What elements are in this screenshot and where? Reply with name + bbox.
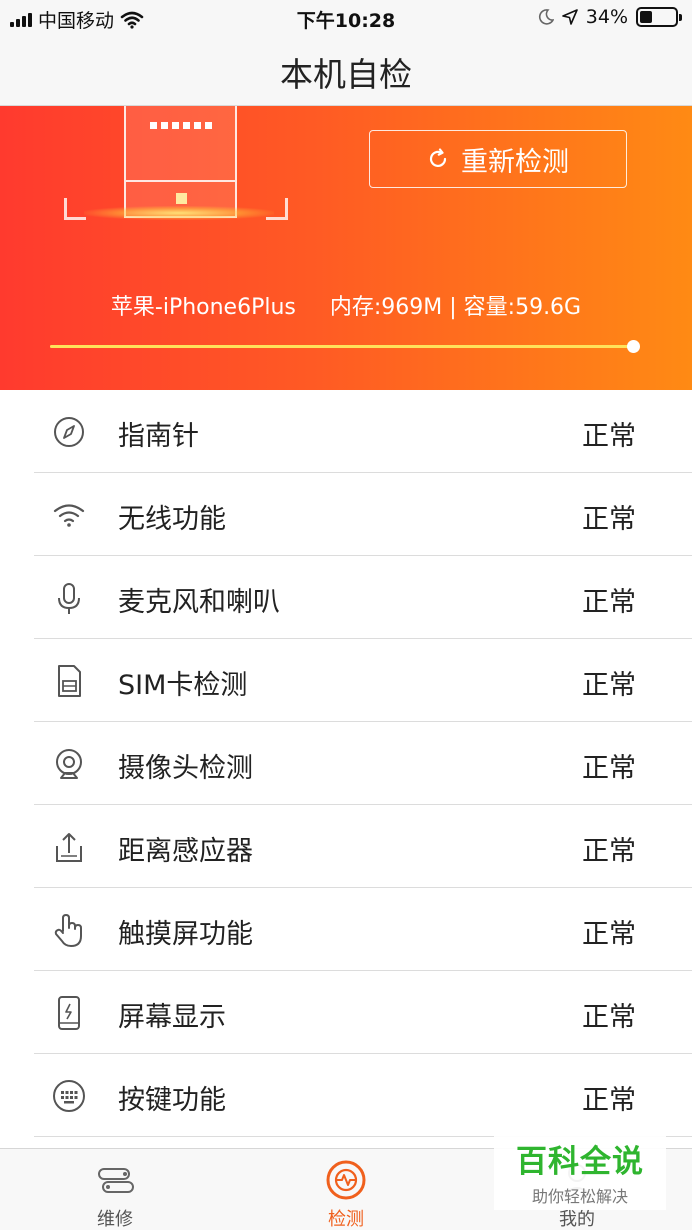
screen-display-icon [58, 996, 80, 1030]
check-item-label: 指南针 [118, 421, 199, 452]
recheck-label: 重新检测 [461, 146, 569, 178]
check-item-status: 正常 [582, 753, 636, 784]
check-item-status: 正常 [582, 1002, 636, 1033]
check-item-status: 正常 [582, 836, 636, 867]
phone-scan-illustration [124, 106, 237, 218]
check-progress-fill [50, 345, 634, 348]
check-item-label: 无线功能 [118, 504, 226, 535]
memory-storage: 内存:969M | 容量:59.6G [329, 295, 582, 320]
watermark-title: 百科全说 [516, 1144, 644, 1180]
refresh-icon [429, 148, 447, 168]
check-progress-bar [50, 340, 640, 353]
sim-card-icon [58, 665, 81, 697]
check-list: 指南针 正常 无线功能 正常 麦克风和喇叭 正常 SIM卡检测 正常 摄像头检测 正常 距离感应器正… [0, 390, 692, 1137]
tab-detect[interactable]: 检测 [231, 1149, 461, 1230]
tab-repair[interactable]: 维修 [0, 1149, 230, 1230]
compass-icon [54, 417, 84, 447]
check-item[interactable]: SIM卡检测 正常 [0, 639, 692, 722]
navigation-bar: 本机自检 [0, 36, 692, 106]
tab-repair-label: 维修 [97, 1209, 133, 1230]
battery-icon [636, 7, 682, 27]
check-progress-knob [627, 340, 640, 353]
check-item-label: 屏幕显示 [118, 1002, 226, 1033]
check-item[interactable]: 距离感应器 正常 [0, 805, 692, 888]
device-check-banner: 重新检测 苹果-iPhone6Plus 内存:969M | 容量:59.6G [0, 106, 692, 390]
check-item-status: 正常 [582, 919, 636, 950]
check-item[interactable]: 屏幕显示 正常 [0, 971, 692, 1054]
camera-icon [56, 749, 82, 779]
watermark-logo: 百科全说 助你轻松解决 [494, 1134, 666, 1210]
battery-percent: 34% [585, 6, 628, 28]
check-item-status: 正常 [582, 504, 636, 535]
check-item[interactable]: 触摸屏功能 正常 [0, 888, 692, 971]
check-item-label: 距离感应器 [118, 836, 253, 867]
touch-hand-icon [54, 914, 82, 947]
keyboard-icon [53, 1080, 85, 1112]
location-arrow-icon [561, 9, 578, 25]
detect-icon [326, 1160, 366, 1200]
check-item-status: 正常 [582, 1085, 636, 1116]
repair-tools-icon [98, 1168, 134, 1193]
check-item[interactable]: 无线功能 正常 [0, 473, 692, 556]
check-item-label: 触摸屏功能 [118, 919, 253, 950]
watermark-subtitle: 助你轻松解决 [531, 1187, 628, 1206]
moon-icon [538, 9, 554, 25]
page-title: 本机自检 [280, 55, 412, 94]
check-item-status: 正常 [582, 587, 636, 618]
check-item-status: 正常 [582, 421, 636, 452]
check-item[interactable]: 摄像头检测 正常 [0, 722, 692, 805]
device-name: 苹果-iPhone6Plus [110, 295, 296, 320]
proximity-sensor-icon [56, 833, 82, 862]
recheck-button[interactable]: 重新检测 [369, 130, 627, 188]
check-item-status: 正常 [582, 670, 636, 701]
scan-bracket-left [64, 198, 86, 220]
check-item[interactable]: 麦克风和喇叭 正常 [0, 556, 692, 639]
check-item-label: SIM卡检测 [118, 670, 248, 701]
check-item-label: 麦克风和喇叭 [118, 587, 280, 618]
status-bar: 中国移动 下午10:28 34% [0, 0, 692, 36]
check-item-label: 按键功能 [118, 1085, 226, 1116]
check-item[interactable]: 按键功能 正常 [0, 1054, 692, 1137]
device-info: 苹果-iPhone6Plus 内存:969M | 容量:59.6G [0, 289, 692, 321]
wifi-icon [53, 504, 85, 527]
tab-detect-label: 检测 [328, 1209, 364, 1230]
scan-glow [84, 206, 274, 220]
microphone-icon [58, 583, 80, 614]
check-item[interactable]: 指南针 正常 [0, 390, 692, 473]
scan-bracket-right [266, 198, 288, 220]
check-item-label: 摄像头检测 [118, 753, 253, 784]
